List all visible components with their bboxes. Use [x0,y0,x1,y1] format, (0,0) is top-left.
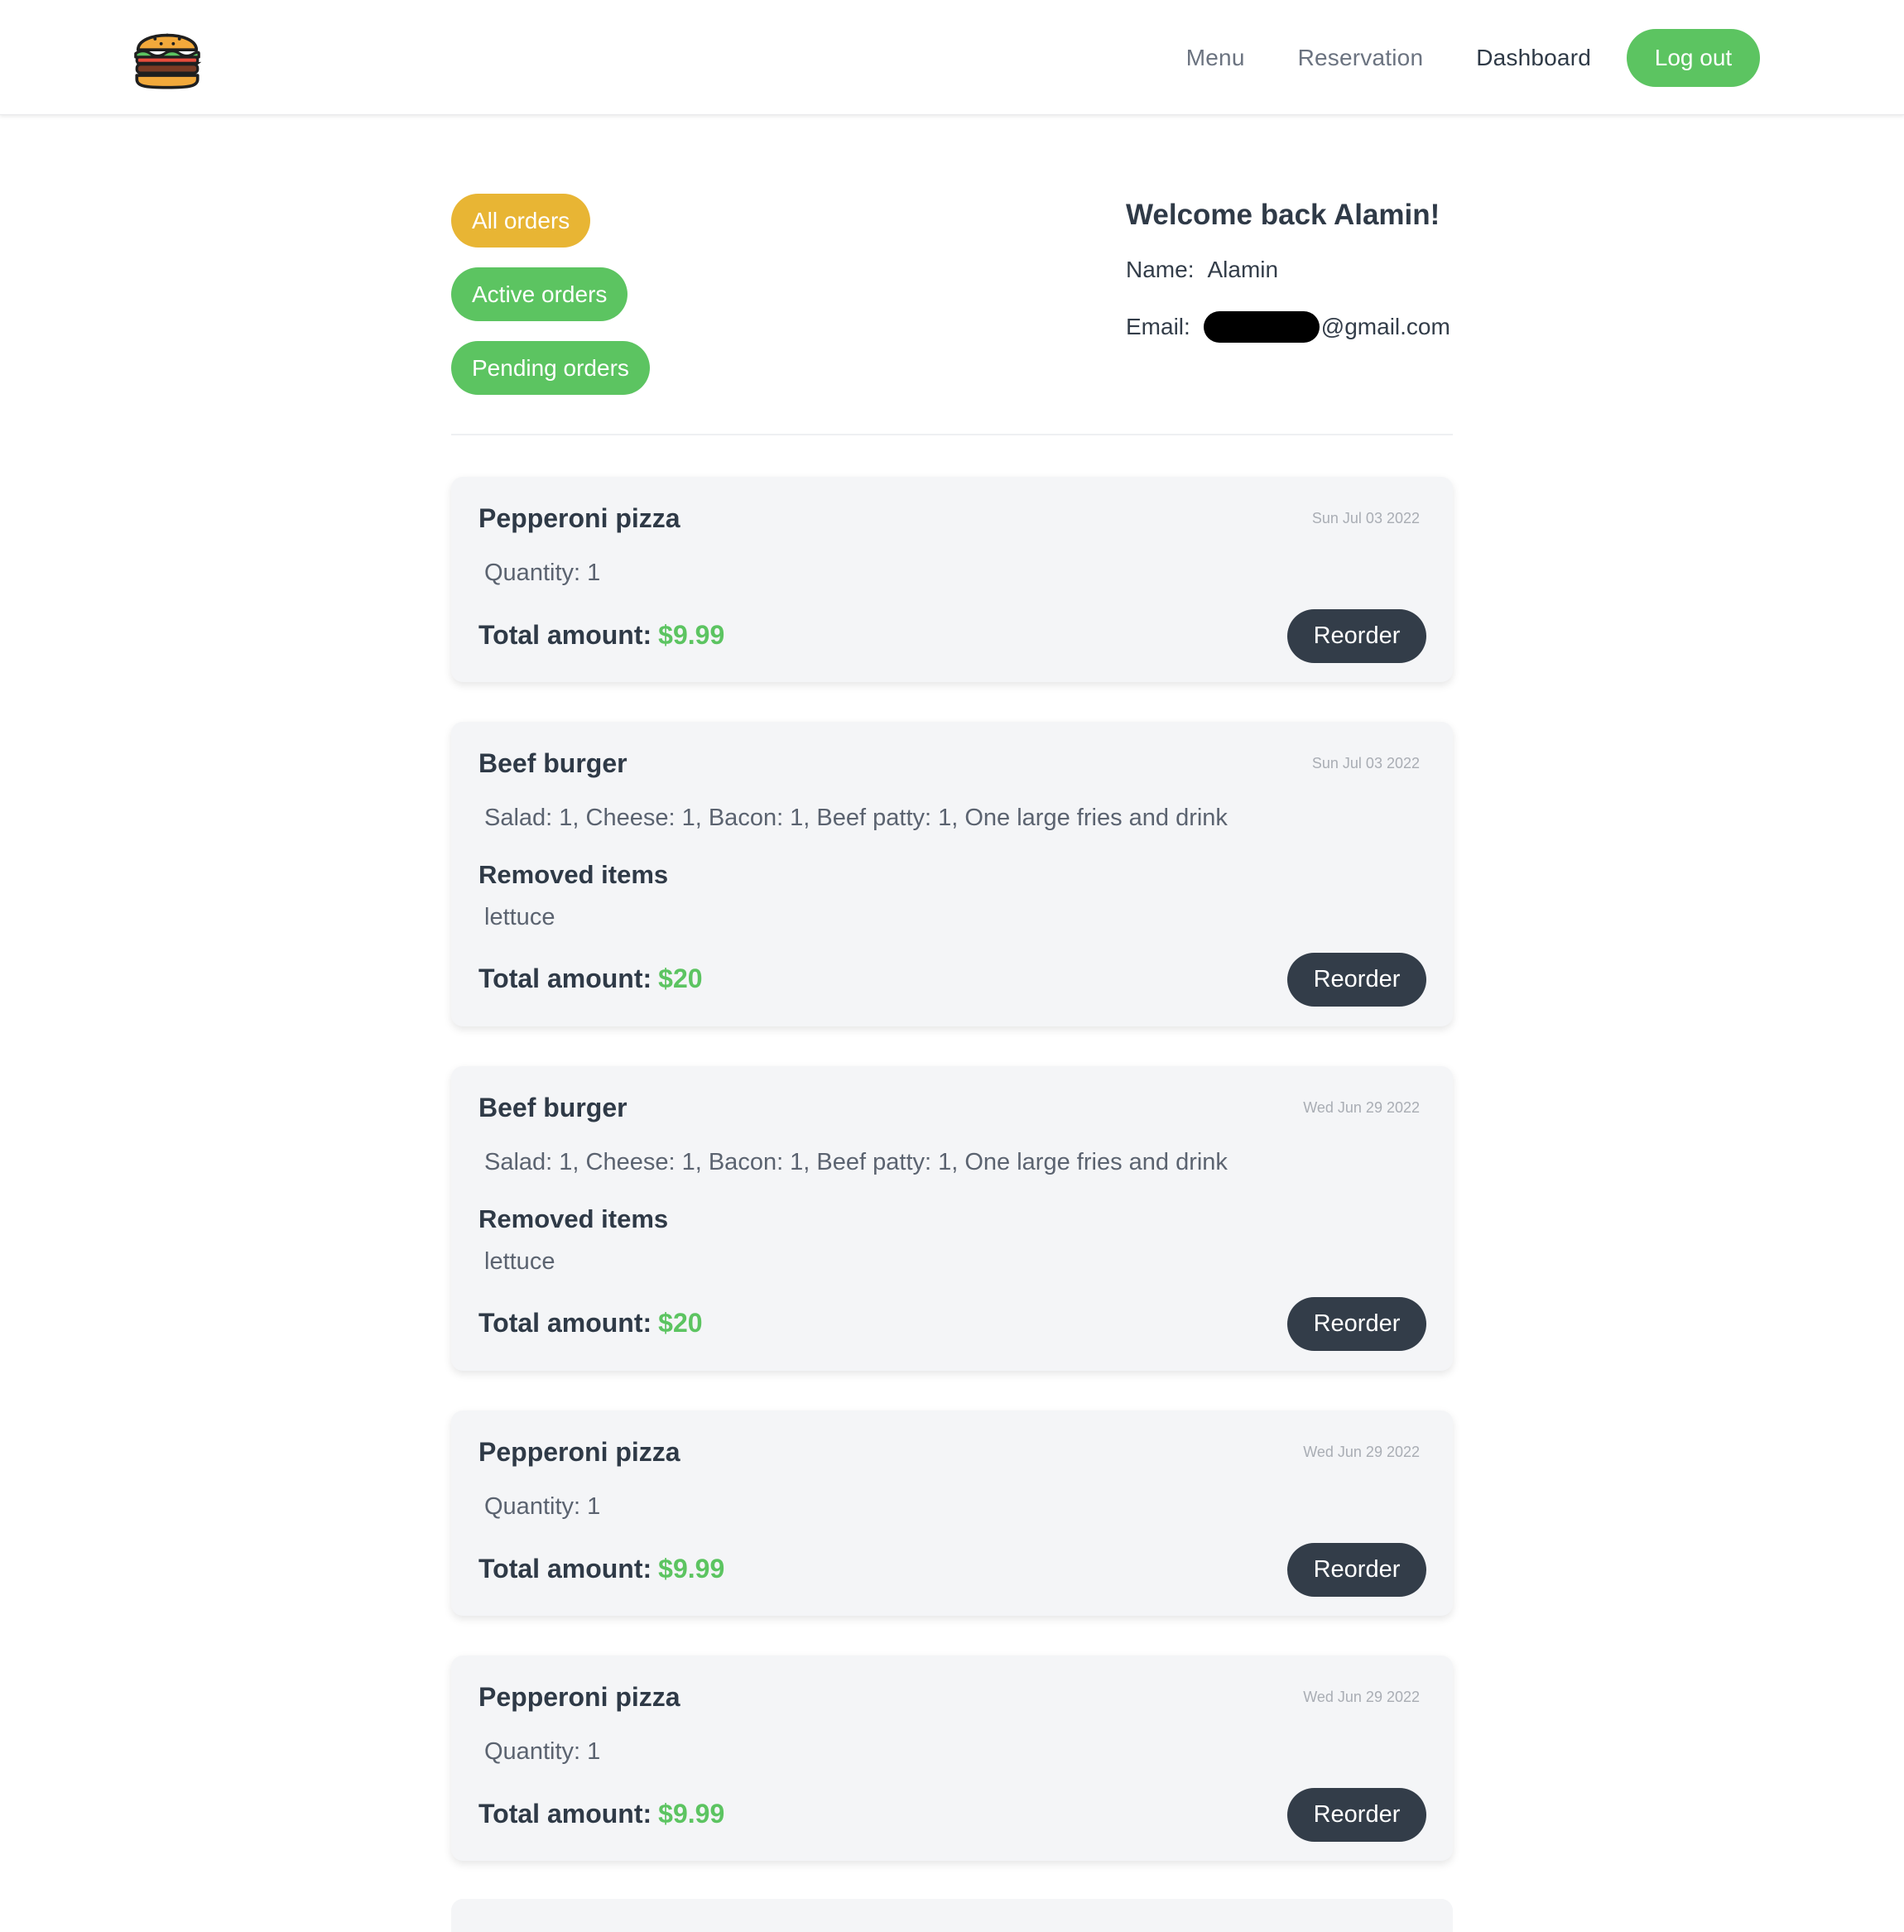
nav-menu-link[interactable]: Menu [1186,45,1245,71]
order-card: Pepperoni pizza Wed Jun 29 2022 Quantity… [451,1656,1453,1861]
order-date: Wed Jun 29 2022 [1303,1444,1420,1460]
order-title: Pepperoni pizza [478,503,680,533]
total-amount: $9.99 [658,1554,725,1584]
order-card: Pepperoni pizza Wed Jun 29 2022 Quantity… [451,1411,1453,1616]
total-label: Total amount: [478,1308,652,1338]
name-label: Name: [1126,257,1195,282]
order-total: Total amount: $9.99 [478,620,724,651]
total-label: Total amount: [478,620,652,650]
pending-orders-button[interactable]: Pending orders [451,341,650,395]
order-card: Pepperoni pizza Sun Jul 03 2022 Quantity… [451,477,1453,682]
order-card-partial [451,1899,1453,1932]
reorder-button[interactable]: Reorder [1287,953,1426,1007]
total-label: Total amount: [478,1799,652,1829]
order-total: Total amount: $9.99 [478,1799,724,1829]
reorder-button[interactable]: Reorder [1287,1543,1426,1597]
reorder-button[interactable]: Reorder [1287,609,1426,663]
order-detail: Quantity: 1 [484,1493,601,1520]
removed-items-list: lettuce [484,904,555,930]
user-profile: Welcome back Alamin! Name: Alamin Email:… [1126,199,1474,343]
order-total: Total amount: $20 [478,1308,703,1338]
order-detail: Quantity: 1 [484,560,601,586]
order-title: Pepperoni pizza [478,1437,680,1467]
email-domain: @gmail.com [1320,314,1450,339]
email-redaction [1203,311,1320,343]
burger-icon[interactable] [128,18,206,96]
order-date: Sun Jul 03 2022 [1311,755,1420,771]
top-navbar: Menu Reservation Dashboard Log out [0,0,1904,115]
profile-name-row: Name: Alamin [1126,257,1474,283]
total-label: Total amount: [478,1554,652,1584]
section-divider [451,434,1453,435]
removed-items-title: Removed items [478,860,669,889]
order-card: Beef burger Wed Jun 29 2022 Salad: 1, Ch… [451,1066,1453,1371]
reorder-button[interactable]: Reorder [1287,1297,1426,1351]
order-card: Beef burger Sun Jul 03 2022 Salad: 1, Ch… [451,722,1453,1026]
reorder-button[interactable]: Reorder [1287,1788,1426,1842]
order-title: Beef burger [478,748,627,778]
removed-items-list: lettuce [484,1248,555,1275]
email-label: Email: [1126,314,1190,339]
welcome-heading: Welcome back Alamin! [1126,199,1440,231]
nav-reservation-link[interactable]: Reservation [1298,45,1424,71]
removed-items-title: Removed items [478,1204,669,1233]
order-detail: Salad: 1, Cheese: 1, Bacon: 1, Beef patt… [484,1149,1228,1175]
total-amount: $9.99 [658,620,725,650]
order-title: Pepperoni pizza [478,1682,680,1712]
total-amount: $20 [658,1308,703,1338]
name-value: Alamin [1207,257,1279,282]
order-date: Wed Jun 29 2022 [1303,1099,1420,1116]
total-label: Total amount: [478,964,652,993]
main-nav: Menu Reservation Dashboard Log out [1186,29,1760,87]
active-orders-button[interactable]: Active orders [451,267,628,321]
order-total: Total amount: $9.99 [478,1554,724,1584]
order-detail: Quantity: 1 [484,1738,601,1765]
total-amount: $20 [658,964,703,993]
logout-button[interactable]: Log out [1627,29,1760,87]
order-total: Total amount: $20 [478,964,703,994]
all-orders-button[interactable]: All orders [451,194,591,248]
order-title: Beef burger [478,1093,627,1122]
nav-dashboard-link[interactable]: Dashboard [1476,45,1591,71]
order-date: Wed Jun 29 2022 [1303,1689,1420,1705]
order-detail: Salad: 1, Cheese: 1, Bacon: 1, Beef patt… [484,805,1228,831]
order-date: Sun Jul 03 2022 [1311,510,1420,526]
total-amount: $9.99 [658,1799,725,1829]
profile-email-row: Email: @gmail.com [1126,311,1474,343]
